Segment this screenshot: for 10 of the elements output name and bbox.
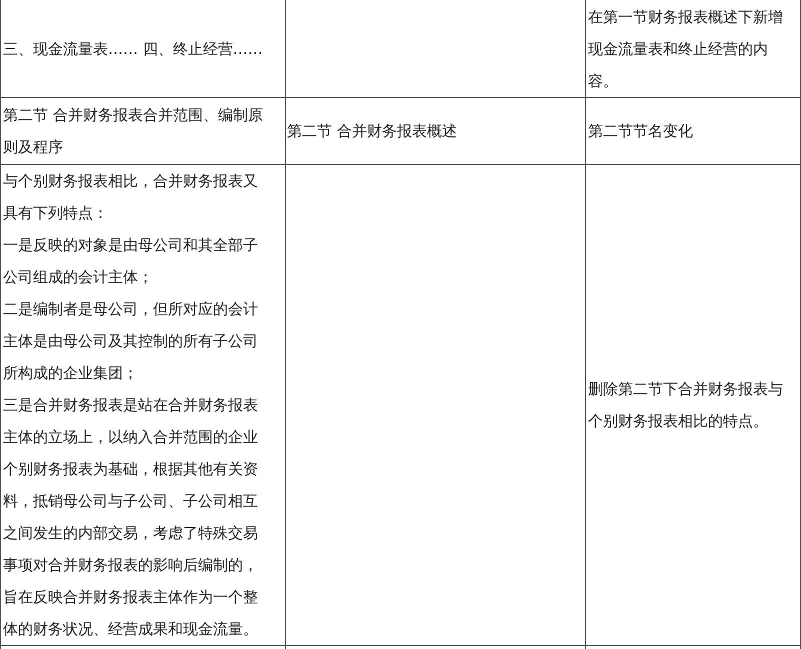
cell-text: 第二节节名变化 [588, 121, 694, 142]
cell-text: 一是反映的对象是由母公司和其全部子公司组成的会计主体； [3, 235, 259, 288]
cell-text: 删除第二节下合并财务报表与个别财务报表相比的特点。 [588, 379, 784, 432]
cell-text: 与个别财务报表相比，合并财务报表又具有下列特点： [3, 171, 259, 224]
cell-text: 第二节 合并财务报表概述 [287, 121, 458, 142]
cell-text: 第二节 合并财务报表合并范围、编制原则及程序 [3, 105, 264, 158]
cell-text: 三、现金流量表…… 四、终止经营…… [3, 38, 264, 60]
cell-text: 在第一节财务报表概述下新增现金流量表和终止经营的内容。 [588, 6, 784, 92]
cell-text: 三是合并财务报表是站在合并财务报表主体的立场上，以纳入合并范围的企业个别财务报表为基础，根据其他有关资料，抵销母公司与子公司、子公司相互之间发生的内部交易，考虑了特殊交易事项对合并财务报表的影响后编制的，旨在反映合并财务报表主体作为一个整体的财务状况、经营成果和现金流量。 [3, 395, 259, 640]
cell-text: 二是编制者是母公司，但所对应的会计主体是由母公司及其控制的所有子公司所构成的企业集团； [3, 299, 259, 384]
